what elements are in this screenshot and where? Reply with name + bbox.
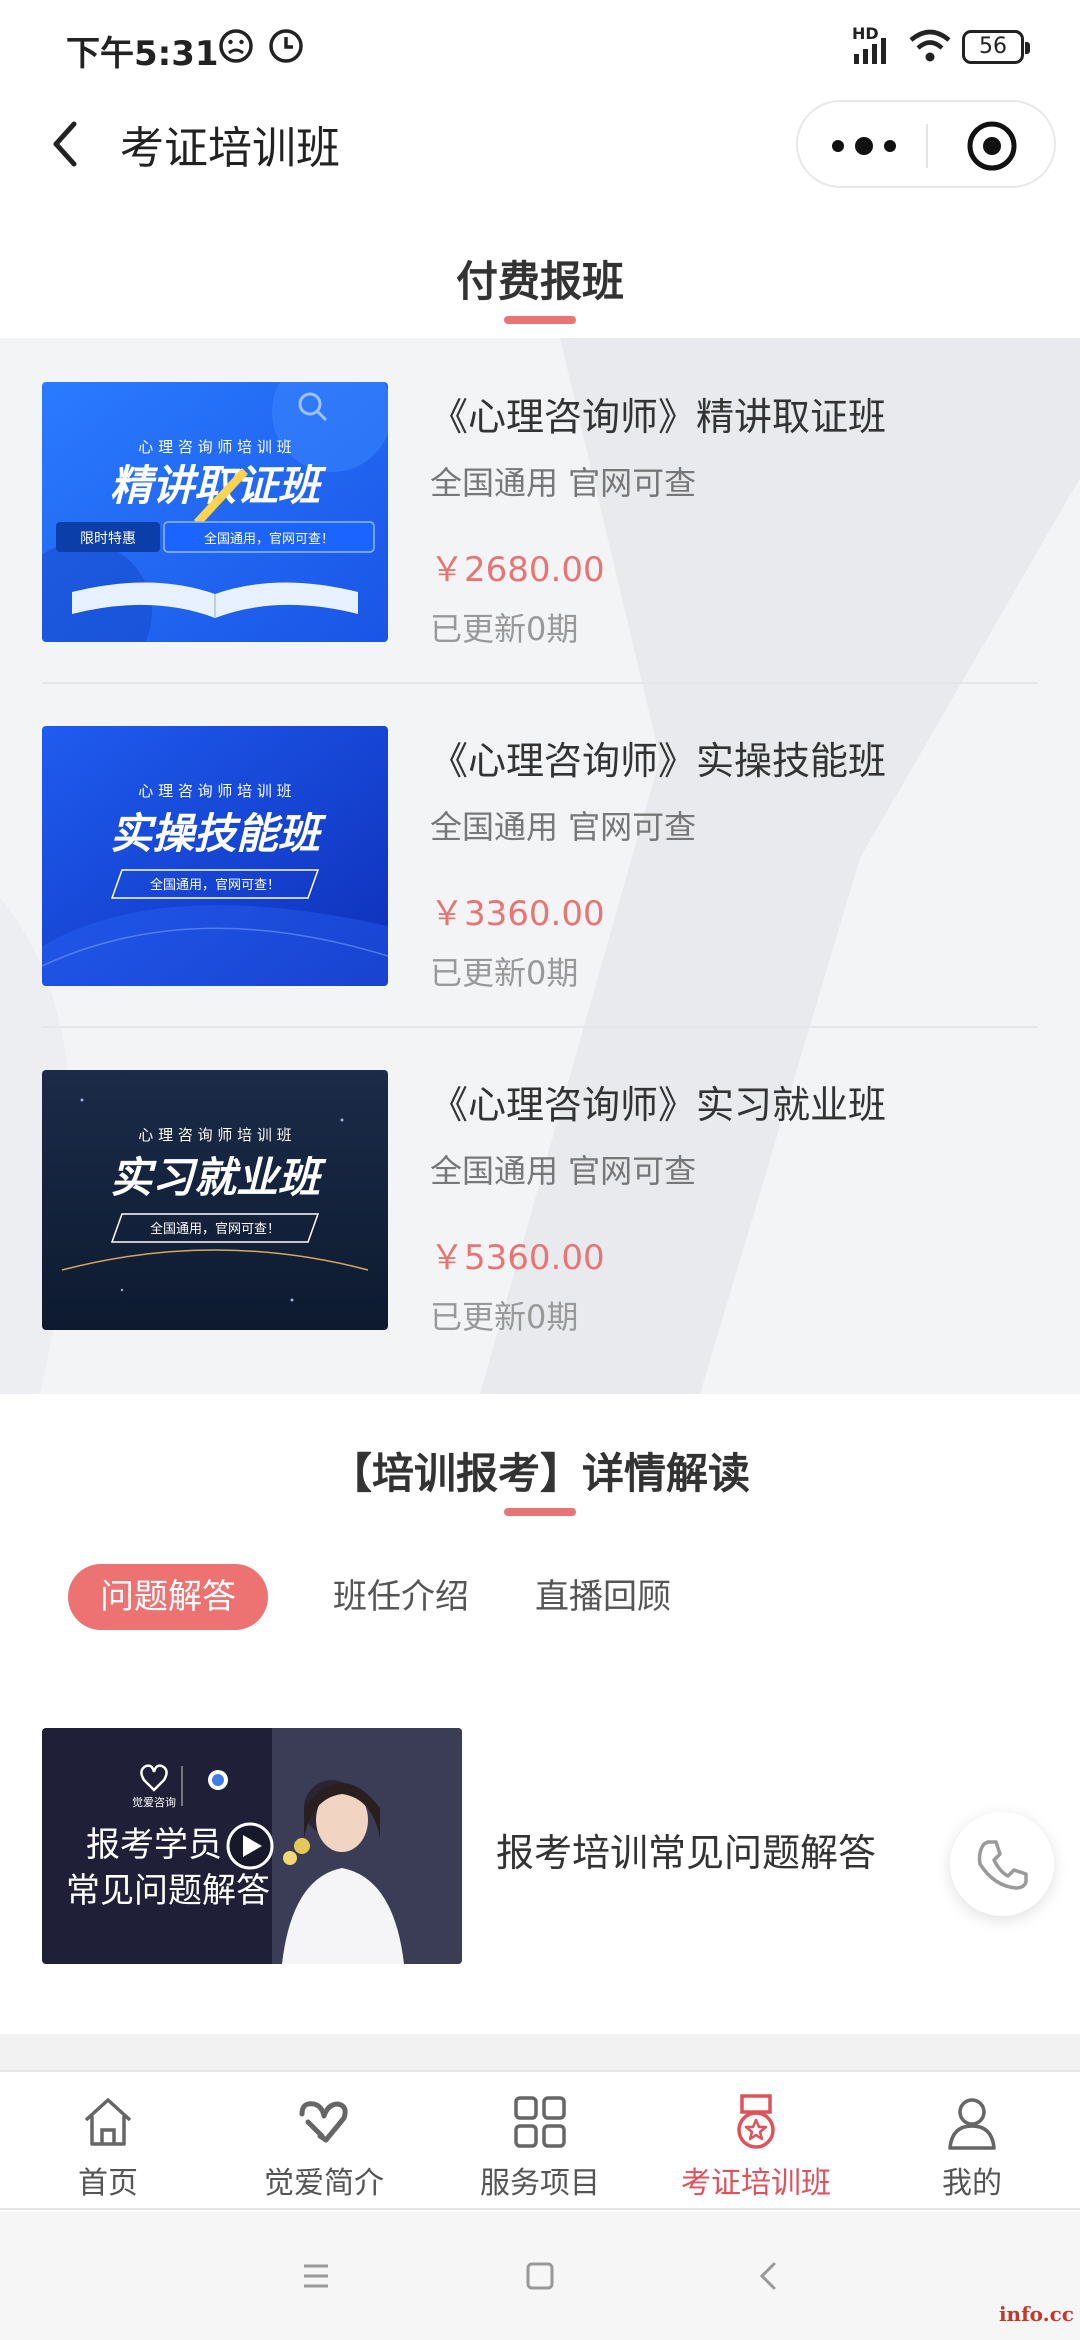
heading-underline [504, 1508, 576, 1516]
thumb-tag: 全国通用，官网可查！ [150, 1221, 280, 1237]
thumb-top-line: 心 理 咨 询 师 培 训 班 [138, 782, 291, 800]
grid-icon [514, 2096, 566, 2148]
clock-icon [269, 29, 303, 63]
back-triangle-icon[interactable] [742, 2250, 794, 2302]
bottom-tab-bar: 首页 觉爱简介 服务项目 考证培训班 我的 [0, 2070, 1080, 2210]
heading-underline [504, 316, 576, 324]
thumb-big-text: 实习就业班 [110, 1153, 327, 1202]
thumb-tag: 全国通用，官网可查！ [150, 877, 280, 893]
paid-section-heading: 付费报班 [455, 257, 624, 306]
status-bar: 下午5:31 HD 56 [0, 0, 1080, 96]
home-icon [84, 2098, 132, 2146]
course-subtitle: 全国通用 官网可查 [430, 1152, 697, 1190]
signal-icon [854, 38, 886, 64]
battery-icon: 56 [962, 30, 1030, 64]
system-navigation-bar: info.cc [0, 2212, 1080, 2340]
faq-thumb-line2: 常见问题解答 [66, 1871, 270, 1911]
course-title: 《心理咨询师》实习就业班 [430, 1083, 887, 1127]
home-square-icon[interactable] [514, 2250, 566, 2302]
page-title: 考证培训班 [120, 123, 340, 174]
course-price: ￥5360.00 [430, 1238, 605, 1278]
course-list: 心 理 咨 询 师 培 训 班 精讲取证班 限时特惠 全国通用，官网可查！ 《心… [0, 338, 1080, 1394]
divider [42, 1026, 1038, 1028]
course-thumbnail: 心 理 咨 询 师 培 训 班 精讲取证班 限时特惠 全国通用，官网可查！ [42, 382, 388, 642]
course-price: ￥2680.00 [430, 550, 605, 590]
nav-bar: 考证培训班 [0, 96, 1080, 192]
faq-video-thumbnail[interactable]: 觉爱咨询 报考学员 常见问题解答 [42, 1728, 462, 1964]
face-icon [219, 29, 253, 63]
course-item[interactable]: 心 理 咨 询 师 培 训 班 实操技能班 全国通用，官网可查！ 《心理咨询师》… [42, 726, 1038, 992]
course-item[interactable]: 心 理 咨 询 师 培 训 班 实习就业班 全国通用，官网可查！ 《心理咨询师》… [42, 1070, 1038, 1336]
user-icon [948, 2098, 996, 2150]
watermark: info.cc [998, 2302, 1074, 2326]
thumb-top-line: 心 理 咨 询 师 培 训 班 [138, 438, 291, 456]
wifi-icon [909, 29, 951, 62]
course-subtitle: 全国通用 官网可查 [430, 464, 697, 502]
capsule-divider [926, 124, 928, 168]
faq-thumb-line1: 报考学员 [86, 1825, 222, 1865]
tab-bar-certificate-class[interactable]: 考证培训班 [648, 2086, 864, 2206]
detail-section-heading: 【培训报考】详情解读 [329, 1449, 750, 1498]
back-icon[interactable] [38, 114, 98, 174]
tab-bar-services[interactable]: 服务项目 [432, 2086, 648, 2206]
course-title: 《心理咨询师》精讲取证班 [430, 395, 887, 439]
tab-faq[interactable]: 问题解答 [68, 1564, 268, 1630]
status-time: 下午5:31 [66, 34, 219, 74]
faq-item-title[interactable]: 报考培训常见问题解答 [496, 1822, 876, 1877]
thumb-tag-left: 限时特惠 [80, 531, 136, 547]
tab-bar-mine[interactable]: 我的 [864, 2086, 1080, 2206]
course-subtitle: 全国通用 官网可查 [430, 808, 697, 846]
mini-program-capsule [796, 100, 1056, 188]
separator [0, 2034, 1080, 2070]
play-icon [226, 1822, 274, 1870]
course-updated: 已更新0期 [430, 610, 579, 648]
more-icon[interactable] [826, 126, 902, 166]
phone-icon [977, 1840, 1028, 1890]
thumb-top-line: 心 理 咨 询 师 培 训 班 [138, 1126, 291, 1144]
heart-logo-icon [299, 2101, 348, 2143]
course-item[interactable]: 心 理 咨 询 师 培 训 班 精讲取证班 限时特惠 全国通用，官网可查！ 《心… [42, 382, 1038, 648]
tab-bar-label: 首页 [78, 2166, 138, 2201]
divider [42, 682, 1038, 684]
course-updated: 已更新0期 [430, 954, 579, 992]
course-thumbnail: 心 理 咨 询 师 培 训 班 实习就业班 全国通用，官网可查！ [42, 1070, 388, 1330]
course-title: 《心理咨询师》实操技能班 [430, 739, 887, 783]
medal-icon [737, 2094, 775, 2149]
phone-call-button[interactable] [950, 1812, 1054, 1916]
menu-icon[interactable] [290, 2250, 342, 2302]
course-updated: 已更新0期 [430, 1298, 579, 1336]
tab-bar-label: 考证培训班 [681, 2166, 831, 2201]
course-price: ￥3360.00 [430, 894, 605, 934]
course-thumbnail: 心 理 咨 询 师 培 训 班 实操技能班 全国通用，官网可查！ [42, 726, 388, 986]
tab-bar-home[interactable]: 首页 [0, 2086, 216, 2206]
tab-bar-label: 服务项目 [480, 2166, 600, 2201]
tab-bar-about[interactable]: 觉爱简介 [216, 2086, 432, 2206]
tab-live-replay[interactable]: 直播回顾 [520, 1564, 686, 1630]
tab-bar-label: 我的 [942, 2166, 1002, 2201]
close-mini-program-icon[interactable] [966, 120, 1018, 172]
thumb-big-text: 实操技能班 [110, 809, 327, 858]
thumb-tag-right: 全国通用，官网可查！ [204, 531, 334, 547]
faq-thumb-brand: 觉爱咨询 [132, 1795, 176, 1809]
tab-teacher-intro[interactable]: 班任介绍 [318, 1564, 484, 1630]
tab-bar-label: 觉爱简介 [264, 2166, 384, 2201]
